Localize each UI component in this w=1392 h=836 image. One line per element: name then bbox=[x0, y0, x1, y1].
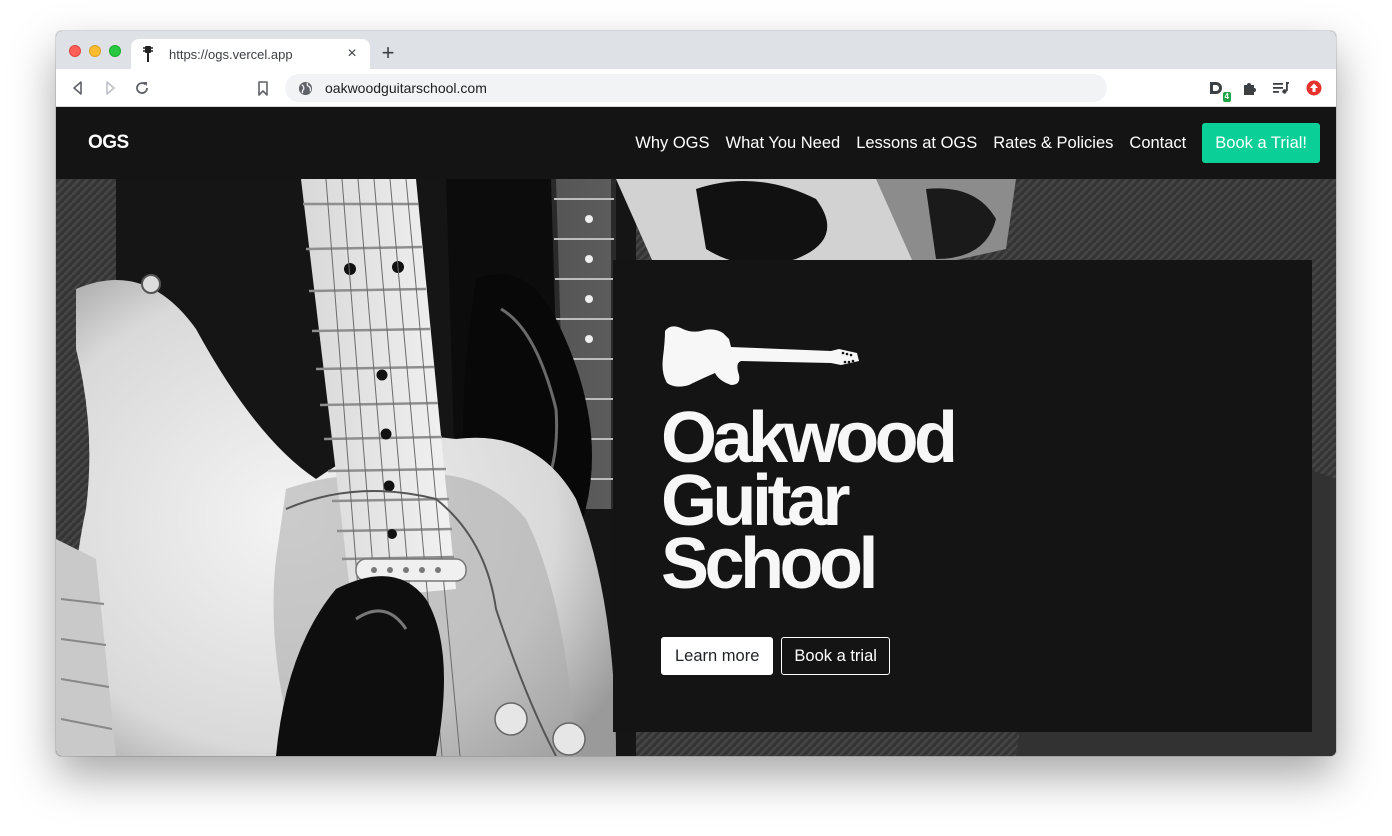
nav-link-rates-policies[interactable]: Rates & Policies bbox=[993, 134, 1113, 153]
telecaster-guitar-icon bbox=[661, 323, 861, 394]
site-navbar: OGS Why OGS What You Need Lessons at OGS… bbox=[56, 107, 1336, 179]
browser-window: https://ogs.vercel.app × + oakwoodguitar… bbox=[56, 31, 1336, 756]
nav-link-what-you-need[interactable]: What You Need bbox=[726, 134, 841, 153]
forward-arrow-icon[interactable] bbox=[100, 78, 120, 98]
close-tab-icon[interactable]: × bbox=[344, 46, 360, 62]
address-bar[interactable]: oakwoodguitarschool.com bbox=[285, 74, 1107, 102]
reload-icon[interactable] bbox=[132, 78, 152, 98]
puzzle-piece-icon[interactable] bbox=[1240, 78, 1260, 98]
hero-card: Oakwood Guitar School Learn more Book a … bbox=[613, 260, 1312, 732]
book-trial-button[interactable]: Book a trial bbox=[781, 637, 890, 675]
guitar-headstock-icon bbox=[141, 46, 155, 62]
browser-toolbar: oakwoodguitarschool.com 4 bbox=[56, 69, 1336, 107]
tab-title: https://ogs.vercel.app bbox=[169, 46, 293, 62]
brand-logo[interactable]: OGS bbox=[88, 132, 129, 154]
hero-title-line: School bbox=[661, 524, 879, 604]
back-arrow-icon[interactable] bbox=[68, 78, 88, 98]
website-viewport: OGS Why OGS What You Need Lessons at OGS… bbox=[56, 107, 1336, 756]
nav-link-why-ogs[interactable]: Why OGS bbox=[635, 134, 709, 153]
tab-strip: https://ogs.vercel.app × + bbox=[56, 31, 1336, 69]
minimize-window-button[interactable] bbox=[89, 45, 101, 57]
hero-buttons: Learn more Book a trial bbox=[661, 637, 890, 675]
extension-badge: 4 bbox=[1222, 92, 1231, 102]
nav-links: Why OGS What You Need Lessons at OGS Rat… bbox=[619, 123, 1320, 163]
red-upload-circle-icon[interactable] bbox=[1304, 78, 1324, 98]
zoom-window-button[interactable] bbox=[109, 45, 121, 57]
bookmark-icon[interactable] bbox=[253, 78, 273, 98]
media-queue-icon[interactable] bbox=[1271, 78, 1291, 98]
new-tab-button[interactable]: + bbox=[378, 42, 398, 64]
nav-link-contact[interactable]: Contact bbox=[1129, 134, 1186, 153]
dashlane-d-icon[interactable]: 4 bbox=[1206, 78, 1231, 102]
hero-title: Oakwood Guitar School bbox=[661, 402, 958, 604]
learn-more-button[interactable]: Learn more bbox=[661, 637, 774, 675]
globe-icon[interactable] bbox=[297, 80, 313, 96]
book-trial-nav-button[interactable]: Book a Trial! bbox=[1202, 123, 1320, 163]
url-text: oakwoodguitarschool.com bbox=[325, 80, 487, 96]
close-window-button[interactable] bbox=[69, 45, 81, 57]
nav-link-lessons[interactable]: Lessons at OGS bbox=[856, 134, 977, 153]
browser-tab[interactable]: https://ogs.vercel.app × bbox=[131, 39, 370, 69]
hero-section: Oakwood Guitar School Learn more Book a … bbox=[56, 179, 1336, 756]
